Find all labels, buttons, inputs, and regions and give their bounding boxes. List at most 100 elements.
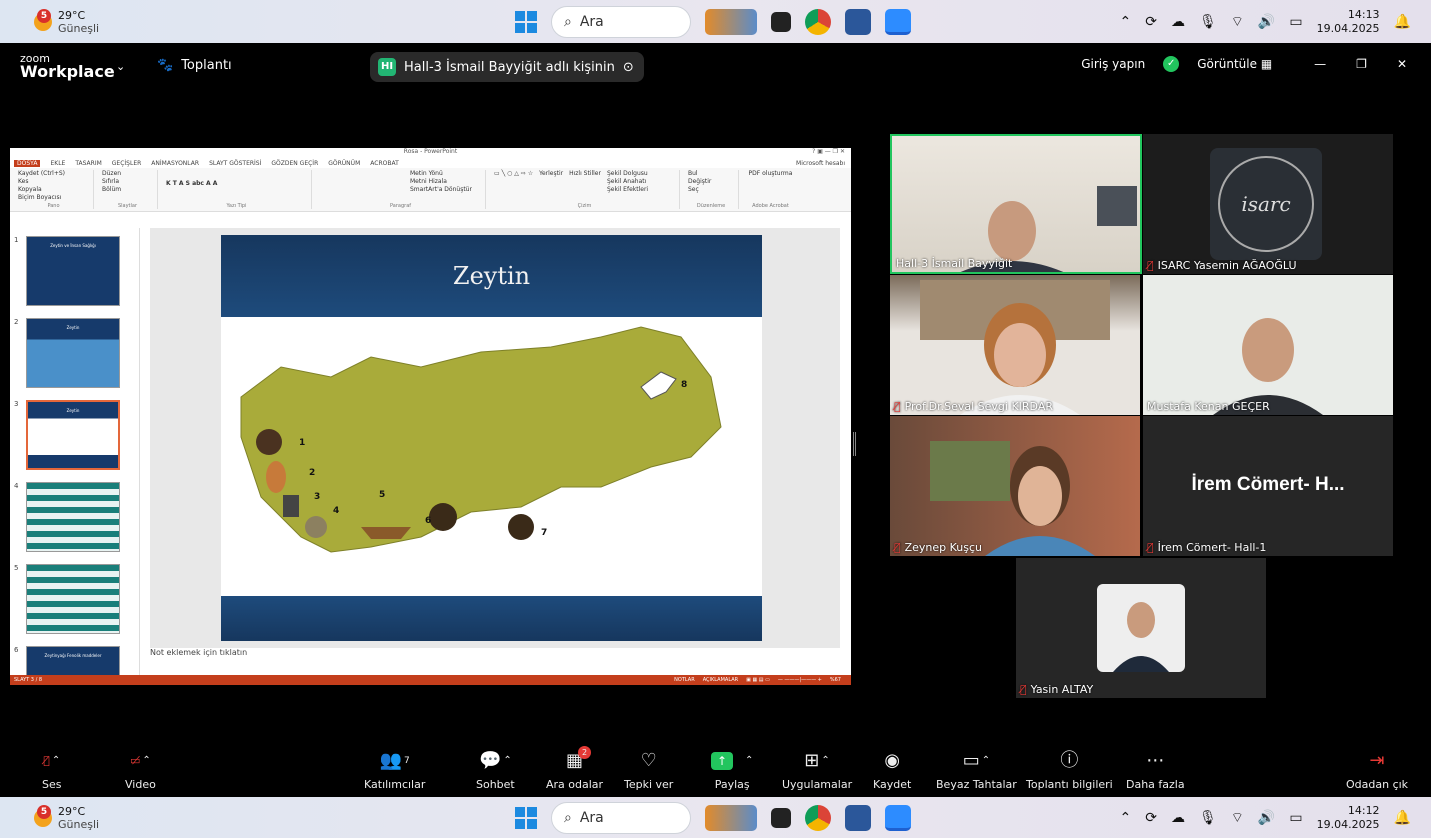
chevron-up-icon[interactable]: ⌃ [52,750,60,772]
sign-in-link[interactable]: Giriş yapın [1081,57,1145,71]
breakout-rooms-button[interactable]: ▦ 2 Ara odalar [546,746,603,791]
word-icon[interactable] [845,804,871,831]
video-button[interactable]: ▭̸ ⌃ Video [125,750,156,791]
comments-button[interactable]: AÇIKLAMALAR [703,677,738,683]
video-tile-active-speaker[interactable]: Hall-3 İsmail Bayyiğit [890,134,1142,274]
ppt-account[interactable]: Microsoft hesabı [796,160,845,167]
video-tile-camera-off[interactable]: İrem Cömert- H... 🎙̸ İrem Cömert- Hall-1 [1143,416,1393,556]
battery-icon[interactable]: ▭ [1289,14,1302,30]
wifi-icon[interactable]: ⌔ [1231,13,1244,31]
video-tile[interactable]: 🎙̸ Zeynep Kuşçu [890,416,1140,556]
ribbon-shape-effects[interactable]: Şekil Efektleri [607,186,648,193]
ribbon-replace[interactable]: Değiştir [688,178,711,185]
notes-button[interactable]: NOTLAR [674,677,695,683]
ribbon-quick-styles[interactable]: Hızlı Stiller [569,170,601,194]
volume-icon[interactable]: 🔊 [1258,14,1275,30]
ribbon-select[interactable]: Seç [688,186,699,193]
encryption-shield-icon[interactable]: ✓ [1163,56,1180,72]
word-icon[interactable] [845,8,871,35]
chevron-up-icon[interactable]: ⌃ [745,750,753,772]
clock[interactable]: 14:13 19.04.2025 [1317,8,1380,36]
whiteboards-button[interactable]: ▭ ⌃ Beyaz Tahtalar [936,750,1017,791]
cloud-icon[interactable]: ☁ [1171,810,1185,826]
ribbon-format-painter[interactable]: Biçim Boyacısı [18,194,61,201]
apps-button[interactable]: ⊞ ⌃ Uygulamalar [782,750,852,791]
chevron-up-icon[interactable]: ⌃ [1119,14,1131,30]
view-buttons[interactable]: ▣ ▦ ▤ ▭ [746,677,770,683]
zoom-app-icon[interactable] [885,804,911,831]
notification-icon[interactable]: 🔔 [1394,14,1411,30]
ribbon-pdf[interactable]: PDF oluşturma [747,170,794,177]
volume-icon[interactable]: 🔊 [1258,810,1275,826]
shared-screen-powerpoint[interactable]: Rosa - PowerPoint ? ▣ — ❐ ✕ DOSYA EKLE T… [10,148,851,685]
share-title-pill[interactable]: HI Hall-3 İsmail Bayyiğit adlı kişinin ⊙ [370,52,644,82]
slide-thumbnails[interactable]: 1 Zeytin ve İnsan Sağlığı 2 Zeytin 3 Zey… [10,228,140,685]
video-tile[interactable]: Mustafa Kenan GEÇER [1143,275,1393,415]
file-explorer-icon[interactable] [771,11,791,32]
ppt-tab[interactable]: ACROBAT [370,160,399,167]
chevron-up-icon[interactable]: ⌃ [821,750,829,772]
taskbar-search[interactable]: ⌕ Ara [551,5,691,38]
ribbon-arrange[interactable]: Yerleştir [539,170,563,194]
ribbon-layout[interactable]: Düzen [102,170,121,177]
ppt-tab[interactable]: ANİMASYONLAR [151,160,199,167]
mic-tray-icon[interactable]: 🎙 [1199,14,1217,30]
sync-icon[interactable]: ⟳ [1145,14,1157,30]
shapes-gallery[interactable]: ▭ ╲ ○ △ ⇨ ☆ [494,170,533,194]
cloud-icon[interactable]: ☁ [1171,14,1185,30]
ribbon-text-dir[interactable]: Metin Yönü [410,170,443,177]
more-options-icon[interactable]: ⊙ [623,60,634,75]
zoom-slider[interactable]: — ———|——— + [778,677,822,683]
ribbon-shape-outline[interactable]: Şekil Anahatı [607,178,646,185]
video-tile[interactable]: 🎙̸ Yasin ALTAY [1016,558,1266,698]
chrome-icon[interactable] [805,8,831,35]
ribbon-shape-fill[interactable]: Şekil Dolgusu [607,170,648,177]
sync-icon[interactable]: ⟳ [1145,810,1157,826]
chevron-down-icon[interactable]: ⌄ [116,60,125,73]
taskbar-search[interactable]: ⌕ Ara [551,801,691,834]
ribbon-align-text[interactable]: Metni Hizala [410,178,447,185]
minimize-icon[interactable]: — [1314,57,1326,71]
notes-placeholder[interactable]: Not eklemek için tıklatın [150,648,247,657]
chevron-up-icon[interactable]: ⌃ [1119,810,1131,826]
mic-tray-icon[interactable]: 🎙 [1199,810,1217,826]
wifi-icon[interactable]: ⌔ [1231,809,1244,827]
ppt-window-controls[interactable]: ? ▣ — ❐ ✕ [812,148,845,155]
start-icon[interactable] [515,10,537,33]
font-controls[interactable]: K T A S abc A A [166,180,307,187]
notification-icon[interactable]: 🔔 [1394,810,1411,826]
weather-widget[interactable]: 5 29°C Güneşli [34,804,99,831]
reactions-button[interactable]: ♡ Tepki ver [624,750,673,791]
close-icon[interactable]: ✕ [1397,57,1407,71]
start-icon[interactable] [515,806,537,829]
participants-button[interactable]: 👥 7 Katılımcılar [364,750,425,791]
video-tile[interactable]: isarc 🎙̸ ISARC Yasemin AĞAOĞLU [1143,134,1393,274]
leave-room-button[interactable]: ⇥ Odadan çık [1346,750,1408,791]
battery-icon[interactable]: ▭ [1289,810,1302,826]
ppt-file-tab[interactable]: DOSYA [14,159,41,167]
weather-widget[interactable]: 5 29°C Güneşli [34,8,99,35]
ppt-tab[interactable]: TASARIM [75,160,101,167]
ribbon-reset[interactable]: Sıfırla [102,178,119,185]
ribbon-smartart[interactable]: SmartArt'a Dönüştür [410,186,472,193]
ribbon-find[interactable]: Bul [688,170,698,177]
current-slide[interactable]: Zeytin 1 2 3 4 5 6 7 8 [221,235,762,641]
chevron-up-icon[interactable]: ⌃ [142,750,150,772]
view-button[interactable]: Görüntüle ▦ [1197,57,1272,71]
audio-button[interactable]: 🎙̸ ⌃ Ses [42,750,61,791]
ribbon-section[interactable]: Bölüm [102,186,121,193]
video-tile[interactable]: 🎙̸ Prof.Dr.Seval Sevgi KIRDAR [890,275,1140,415]
meeting-info-button[interactable]: ⓘ Toplantı bilgileri [1026,750,1113,791]
more-button[interactable]: ⋯ Daha fazla [1126,750,1185,791]
share-button[interactable]: ↑ ⌃ Paylaş [711,750,753,791]
slide-canvas[interactable]: Zeytin 1 2 3 4 5 6 7 8 [150,228,840,648]
chevron-up-icon[interactable]: ⌃ [982,750,990,772]
record-button[interactable]: ◉ Kaydet [873,750,911,791]
meeting-menu[interactable]: 🐾 Toplantı [157,58,232,73]
ppt-tab[interactable]: GEÇİŞLER [112,160,142,167]
ppt-tab[interactable]: GÖRÜNÜM [328,160,360,167]
ribbon-cut[interactable]: Kes [18,178,28,185]
clock[interactable]: 14:12 19.04.2025 [1317,804,1380,832]
ppt-tab[interactable]: EKLE [50,160,65,167]
restore-icon[interactable]: ❐ [1356,57,1367,71]
